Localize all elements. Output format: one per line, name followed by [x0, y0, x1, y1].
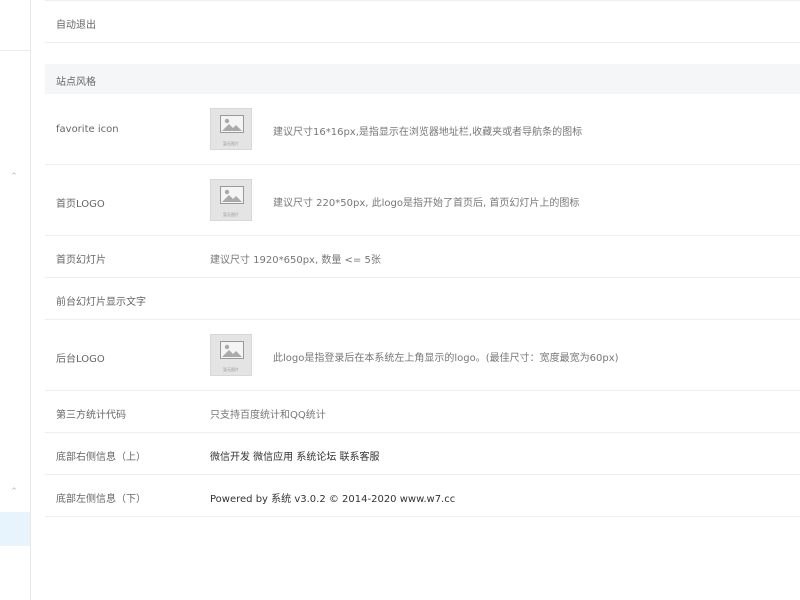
settings-row-stats: 第三方统计代码 只支持百度统计和QQ统计: [45, 391, 800, 433]
field-label: 首页LOGO: [56, 199, 105, 210]
field-label: 前台幻灯片显示文字: [56, 297, 146, 308]
settings-row-slide-text: 前台幻灯片显示文字: [45, 278, 800, 320]
placeholder-caption: 暂无图片: [223, 212, 239, 217]
settings-row-slides: 首页幻灯片 建议尺寸 1920*650px, 数量 <= 5张: [45, 236, 800, 278]
field-value: 只支持百度统计和QQ统计: [210, 410, 326, 421]
image-placeholder-icon: [220, 115, 244, 133]
image-placeholder-icon: [220, 186, 244, 204]
placeholder-caption: 暂无图片: [223, 141, 239, 146]
sidebar-item-active[interactable]: [0, 512, 30, 546]
image-placeholder-icon: [220, 341, 244, 359]
placeholder-caption: 暂无图片: [223, 367, 239, 372]
chevron-up-icon[interactable]: ⌃: [8, 487, 20, 497]
field-hint: 此logo是指登录后在本系统左上角显示的logo。(最佳尺寸：宽度最宽为60px…: [273, 353, 619, 364]
field-value: 微信开发 微信应用 系统论坛 联系客服: [210, 452, 380, 463]
settings-row-auto-logout: 自动退出: [45, 0, 800, 43]
image-upload[interactable]: 暂无图片: [210, 108, 252, 150]
settings-row-home-logo: 首页LOGO 暂无图片 建议尺寸 220*50px, 此logo是指开始了首页后…: [45, 165, 800, 236]
field-label: 首页幻灯片: [56, 255, 106, 266]
section-title: 站点风格: [56, 77, 96, 88]
section-header: 站点风格: [45, 64, 800, 94]
image-upload[interactable]: 暂无图片: [210, 179, 252, 221]
field-hint: 建议尺寸16*16px,是指显示在浏览器地址栏,收藏夹或者导航条的图标: [273, 127, 583, 138]
image-upload[interactable]: 暂无图片: [210, 334, 252, 376]
settings-row-footer-right: 底部右侧信息（上） 微信开发 微信应用 系统论坛 联系客服: [45, 433, 800, 475]
field-label: favorite icon: [56, 124, 119, 135]
sidebar: ⌃ ⌃: [0, 0, 31, 600]
settings-panel: 自动退出 站点风格 favorite icon 暂无图片 建议尺寸16*16px…: [45, 0, 800, 600]
settings-row-admin-logo: 后台LOGO 暂无图片 此logo是指登录后在本系统左上角显示的logo。(最佳…: [45, 320, 800, 391]
field-label: 第三方统计代码: [56, 410, 126, 421]
settings-row-footer-left: 底部左侧信息（下） Powered by 系统 v3.0.2 © 2014-20…: [45, 475, 800, 517]
field-value: 建议尺寸 1920*650px, 数量 <= 5张: [210, 255, 381, 266]
chevron-up-icon[interactable]: ⌃: [8, 172, 20, 182]
field-label: 底部右侧信息（上）: [56, 452, 146, 463]
settings-row-favicon: favorite icon 暂无图片 建议尺寸16*16px,是指显示在浏览器地…: [45, 94, 800, 165]
field-hint: 建议尺寸 220*50px, 此logo是指开始了首页后, 首页幻灯片上的图标: [273, 198, 580, 209]
sidebar-divider: [0, 50, 30, 51]
field-label: 底部左侧信息（下）: [56, 494, 146, 505]
field-label: 自动退出: [56, 20, 96, 31]
field-label: 后台LOGO: [56, 354, 105, 365]
field-value: Powered by 系统 v3.0.2 © 2014-2020 www.w7.…: [210, 494, 456, 505]
